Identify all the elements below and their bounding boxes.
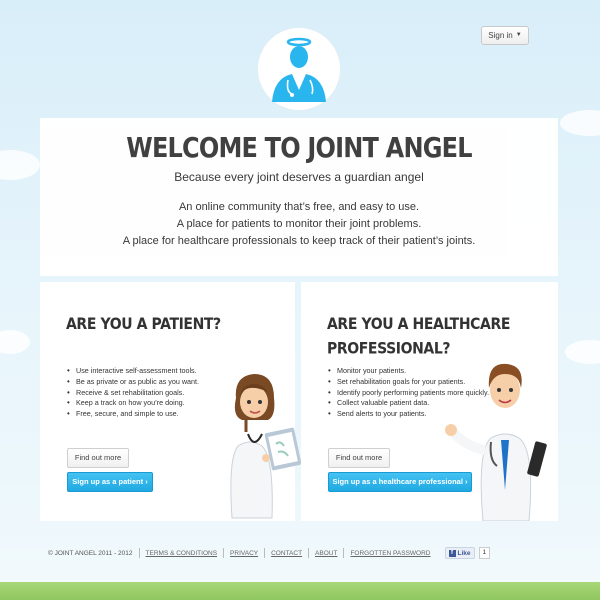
- patient-find-out-more-button[interactable]: Find out more: [67, 448, 129, 468]
- list-item: Be as private or as public as you want.: [67, 377, 199, 388]
- copyright-text: © JOINT ANGEL 2011 - 2012: [48, 549, 133, 557]
- patient-card-title: ARE YOU A PATIENT?: [66, 312, 221, 337]
- cloud-decoration: [560, 110, 600, 136]
- footer-link-about[interactable]: ABOUT: [315, 550, 337, 557]
- cloud-decoration: [0, 330, 30, 354]
- footer-link-forgotten-password[interactable]: FORGOTTEN PASSWORD: [350, 550, 430, 557]
- hero-line: A place for patients to monitor their jo…: [176, 218, 422, 230]
- facebook-like-button[interactable]: f Like: [444, 547, 475, 559]
- footer-link-terms[interactable]: TERMS & CONDITIONS: [146, 550, 218, 557]
- footer-divider: [138, 548, 140, 558]
- signup-professional-button[interactable]: Sign up as a healthcare professional ›: [328, 472, 472, 492]
- professional-find-out-more-button[interactable]: Find out more: [328, 448, 390, 468]
- hero-line: A place for healthcare professionals to …: [122, 235, 476, 247]
- page-title: WELCOME TO JOINT ANGEL: [126, 131, 472, 165]
- logo[interactable]: [258, 28, 340, 110]
- patient-card: ARE YOU A PATIENT? Use interactive self-…: [40, 282, 302, 521]
- grass-decoration: [0, 582, 600, 600]
- cloud-decoration: [0, 150, 40, 180]
- cloud-decoration: [565, 340, 600, 364]
- signin-label: Sign in: [488, 31, 513, 40]
- caret-down-icon: ▼: [515, 32, 522, 39]
- professional-card: ARE YOU A HEALTHCARE PROFESSIONAL? Monit…: [301, 282, 558, 521]
- hero-subtitle: Because every joint deserves a guardian …: [174, 170, 424, 184]
- footer: © JOINT ANGEL 2011 - 2012 TERMS & CONDIT…: [48, 547, 491, 559]
- footer-link-contact[interactable]: CONTACT: [271, 550, 302, 557]
- list-item: Receive & set rehabilitation goals.: [67, 388, 199, 399]
- footer-divider: [223, 548, 225, 558]
- professional-card-title-line: ARE YOU A HEALTHCARE: [327, 315, 510, 334]
- hero-panel: WELCOME TO JOINT ANGEL Because every joi…: [40, 118, 558, 276]
- hero-description: An online community that’s free, and eas…: [40, 199, 558, 250]
- signup-patient-button[interactable]: Sign up as a patient ›: [67, 472, 153, 492]
- list-item: Use interactive self-assessment tools.: [67, 366, 199, 377]
- facebook-like-widget: f Like 1: [444, 547, 491, 559]
- nurse-illustration: [230, 374, 302, 519]
- angel-doctor-logo-icon: [272, 37, 326, 102]
- signin-button[interactable]: Sign in ▼: [481, 26, 529, 45]
- footer-divider: [308, 548, 310, 558]
- footer-divider: [264, 548, 266, 558]
- facebook-like-count: 1: [478, 547, 491, 559]
- hero-line: An online community that’s free, and eas…: [178, 201, 420, 213]
- patient-card-title-line: ARE YOU A PATIENT?: [66, 315, 221, 334]
- list-item: Free, secure, and simple to use.: [67, 409, 199, 420]
- doctor-illustration: [445, 363, 547, 521]
- facebook-icon: f: [448, 549, 456, 557]
- facebook-like-label: Like: [457, 549, 471, 557]
- footer-divider: [343, 548, 345, 558]
- list-item: Keep a track on how you’re doing.: [67, 398, 199, 409]
- footer-link-privacy[interactable]: PRIVACY: [230, 550, 258, 557]
- patient-benefits-list: Use interactive self-assessment tools. B…: [66, 366, 199, 420]
